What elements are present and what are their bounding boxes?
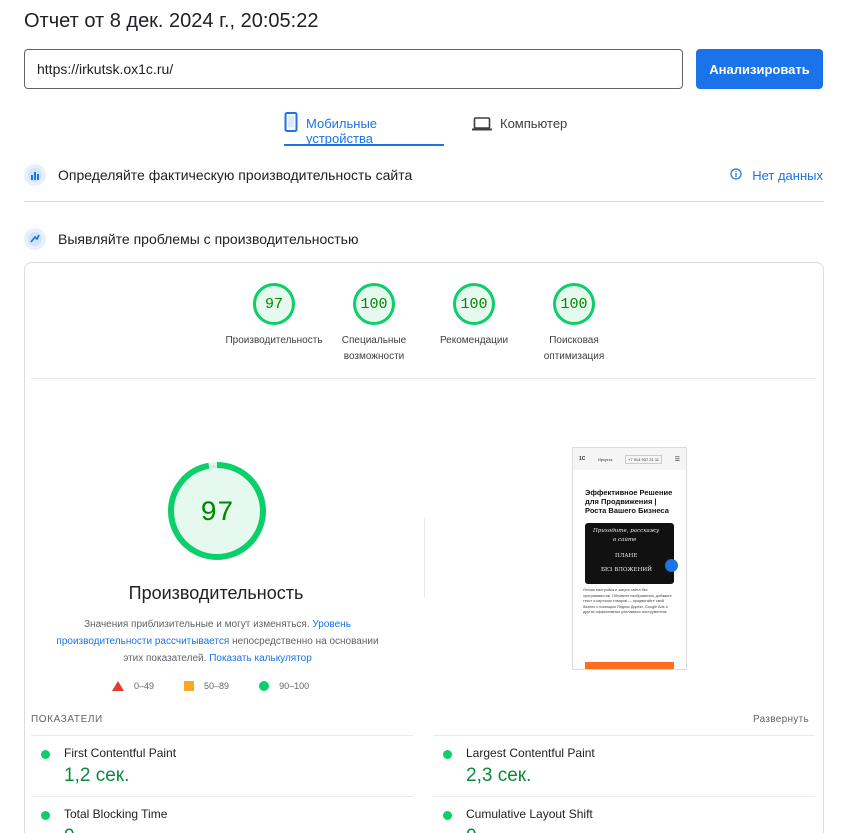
performance-title: Производительность (128, 583, 304, 603)
metric-value: 0 (64, 826, 75, 833)
image-text: о сайте (613, 537, 637, 543)
screenshot-city: Иркутск (598, 456, 613, 462)
pass-icon (443, 750, 452, 759)
menu-icon: ☰ (674, 456, 680, 463)
metric-lcp: Largest Contentful Paint 2,3 сек. (433, 735, 815, 795)
screenshot-cta (585, 662, 674, 669)
pass-icon (41, 750, 50, 759)
divider (31, 378, 816, 379)
metric-value: 1,2 сек. (64, 765, 130, 786)
pass-icon (41, 811, 50, 820)
field-data-section: Определяйте фактическую производительнос… (24, 164, 412, 186)
screenshot-phone: +7 914 937 21 11 (625, 454, 662, 464)
score-gauge: 100 (353, 283, 395, 325)
show-calculator-link[interactable]: Показать калькулятор (209, 653, 312, 664)
score-gauge: 100 (553, 283, 595, 325)
performance-gauge: 97 (168, 462, 266, 560)
screenshot-logo: 1C (579, 456, 586, 462)
legend-label: 0–49 (134, 681, 155, 691)
legend-pass: 90–100 (259, 681, 309, 691)
lab-data-icon (24, 228, 46, 250)
metrics-header: ПОКАЗАТЕЛИ (31, 714, 103, 725)
divider (424, 518, 425, 598)
circle-icon (259, 681, 270, 691)
chat-icon (665, 559, 678, 572)
metric-name: Total Blocking Time (64, 807, 168, 821)
screenshot-image: Приходите, расскажу о сайте ПЛАНЕ БЕЗ ВЛ… (585, 523, 674, 584)
square-icon (184, 681, 195, 691)
image-text: БЕЗ ВЛОЖЕНИЙ (601, 567, 652, 573)
legend-label: 90–100 (279, 681, 310, 691)
metric-name: Largest Contentful Paint (466, 746, 595, 760)
score-gauge: 97 (253, 283, 295, 325)
device-tabs: Мобильные устройства Компьютер (0, 112, 842, 146)
legend-fail: 0–49 (112, 681, 154, 691)
legend-average: 50–89 (184, 681, 229, 691)
field-data-icon (24, 164, 46, 186)
category-seo[interactable]: 100 Поисковая оптимизация (519, 283, 629, 365)
screenshot-header: 1C Иркутск +7 914 937 21 11 ☰ (573, 448, 686, 470)
desc-text: Значения приблизительные и могут изменят… (84, 619, 313, 630)
tab-mobile-label: Мобильные устройства (306, 116, 378, 146)
category-accessibility[interactable]: 100 Специальные возможности (319, 283, 429, 365)
metric-name: Cumulative Layout Shift (466, 807, 593, 821)
smartphone-icon (284, 112, 298, 132)
category-best-practices[interactable]: 100 Рекомендации (419, 283, 529, 349)
image-text: Приходите, расскажу (593, 528, 660, 534)
info-icon (730, 168, 742, 183)
performance-score: 97 (200, 498, 234, 529)
no-data-label: Нет данных (752, 168, 823, 183)
metric-name: First Contentful Paint (64, 746, 177, 760)
metric-fcp: First Contentful Paint 1,2 сек. (31, 735, 413, 795)
metric-tbt: Total Blocking Time 0 (31, 796, 413, 833)
tab-mobile[interactable]: Мобильные устройства (284, 112, 444, 146)
lab-data-label: Выявляйте проблемы с производительностью (58, 231, 359, 247)
metric-value: 2,3 сек. (466, 765, 532, 786)
report-title: Отчет от 8 дек. 2024 г., 20:05:22 (24, 10, 319, 32)
metric-cls: Cumulative Layout Shift 0 (433, 796, 815, 833)
no-data-status[interactable]: Нет данных (730, 168, 823, 183)
laptop-icon (472, 117, 492, 131)
url-input[interactable] (24, 49, 683, 89)
tab-desktop-label: Компьютер (500, 116, 568, 131)
image-text: ПЛАНЕ (615, 553, 638, 559)
expand-toggle[interactable]: Развернуть (753, 714, 809, 725)
analyze-button[interactable]: Анализировать (696, 49, 823, 89)
category-label: Производительность (225, 335, 323, 346)
score-gauge: 100 (453, 283, 495, 325)
category-performance[interactable]: 97 Производительность (219, 283, 329, 349)
pass-icon (443, 811, 452, 820)
performance-description: Значения приблизительные и могут изменят… (55, 616, 380, 667)
screenshot-heading: Эффективное Решение для Продвижения | Ро… (585, 488, 673, 515)
category-label: Специальные возможности (341, 335, 407, 362)
metric-value: 0 (466, 826, 477, 833)
score-legend: 0–49 50–89 90–100 (112, 681, 339, 691)
category-label: Рекомендации (439, 335, 509, 346)
triangle-icon (112, 681, 124, 691)
tab-desktop[interactable]: Компьютер (472, 112, 567, 146)
lab-data-section: Выявляйте проблемы с производительностью (24, 228, 358, 250)
screenshot-body: Легкая настройка и запуск сайта без прог… (583, 588, 672, 615)
category-label: Поисковая оптимизация (543, 335, 605, 362)
page-screenshot: 1C Иркутск +7 914 937 21 11 ☰ Эффективно… (572, 447, 687, 670)
field-data-label: Определяйте фактическую производительнос… (58, 167, 413, 183)
divider (24, 201, 824, 202)
legend-label: 50–89 (204, 681, 230, 691)
